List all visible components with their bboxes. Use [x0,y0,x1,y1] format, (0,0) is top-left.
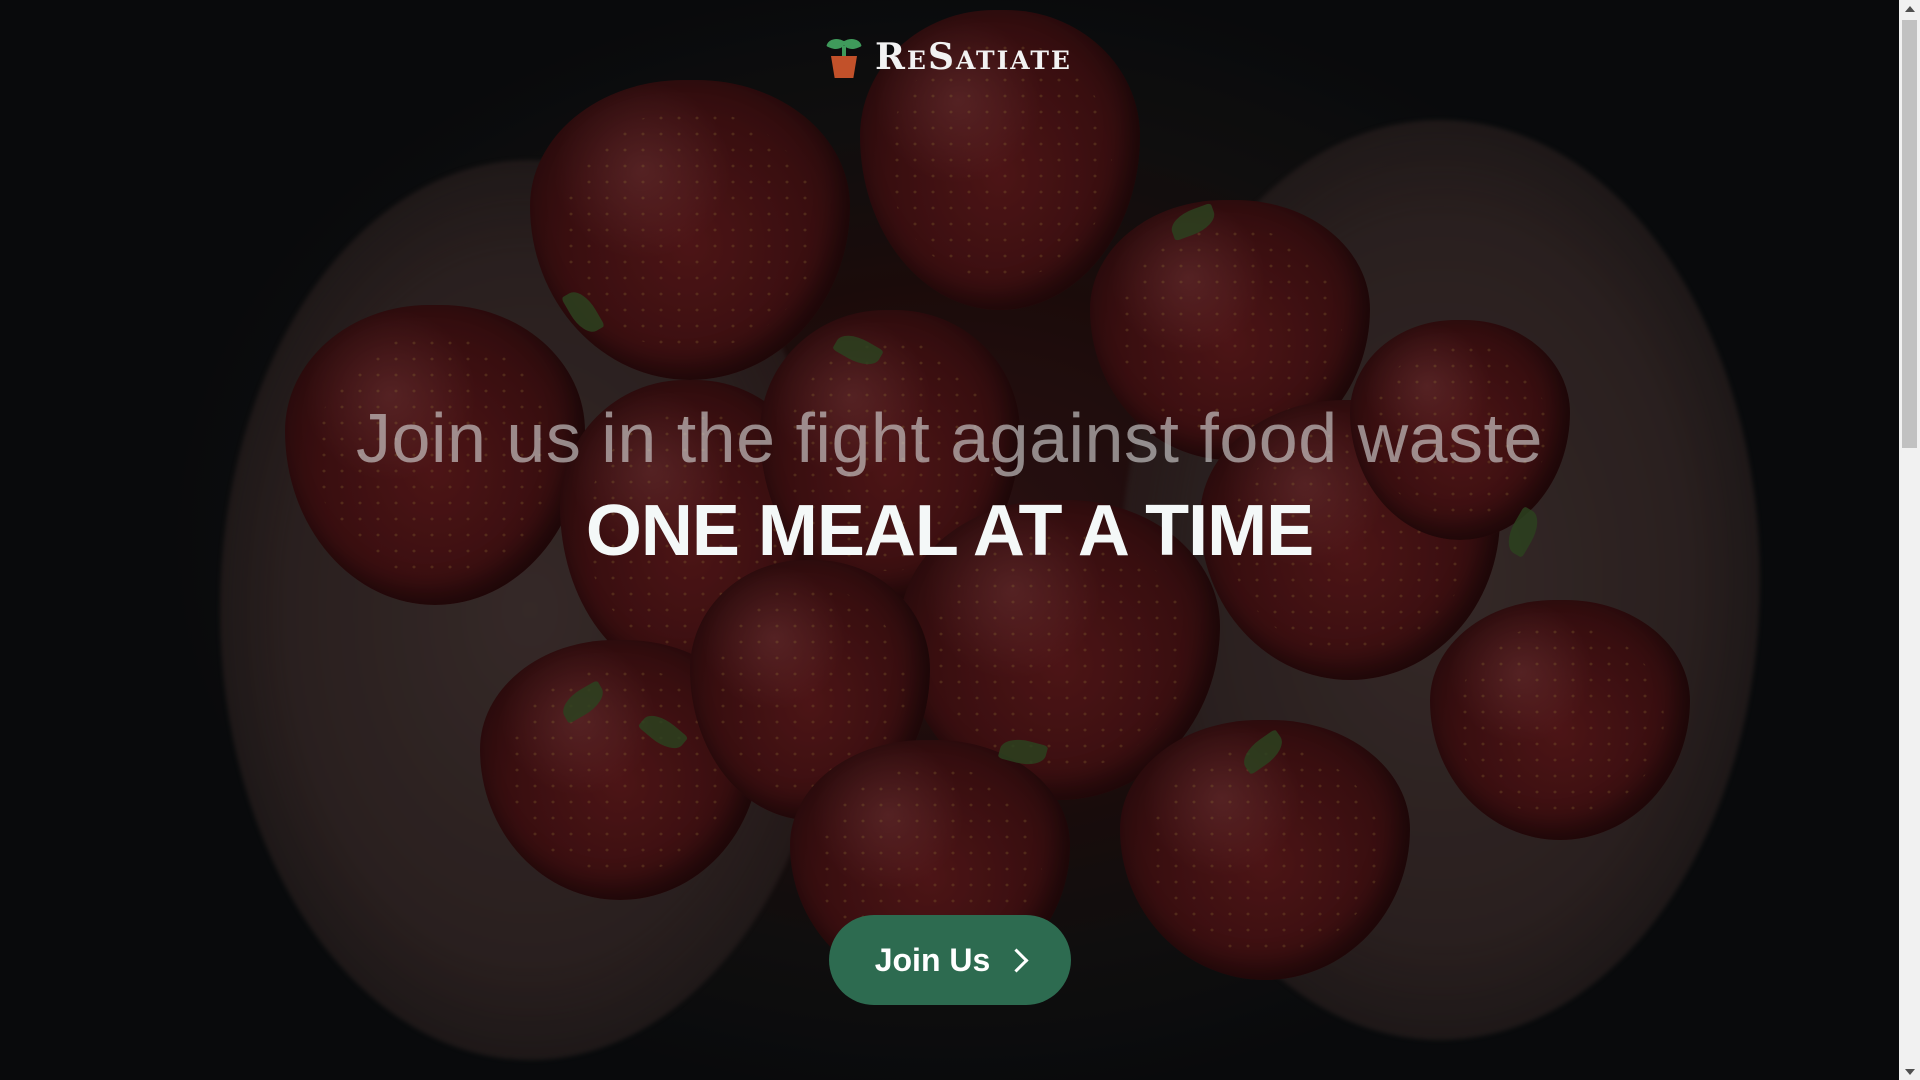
hero-subheadline: ONE MEAL AT A TIME [585,491,1314,571]
scroll-up-button[interactable] [1899,0,1920,17]
join-us-label: Join Us [874,941,991,978]
scroll-thumb[interactable] [1902,20,1917,448]
join-us-button[interactable]: Join Us [829,915,1071,1005]
brand-name: ReSatiate [875,36,1072,78]
page-scrollbar[interactable] [1899,0,1920,1080]
potted-sprout-icon [826,35,862,78]
hero-headline: Join us in the fight against food waste [356,399,1543,477]
hero-section: ReSatiate Join us in the fight against f… [0,0,1899,1080]
arrow-up-icon [1904,5,1915,12]
scroll-down-button[interactable] [1899,1063,1920,1080]
site-logo[interactable]: ReSatiate [0,35,1899,78]
arrow-down-icon [1904,1068,1915,1075]
chevron-right-icon [1004,947,1029,973]
